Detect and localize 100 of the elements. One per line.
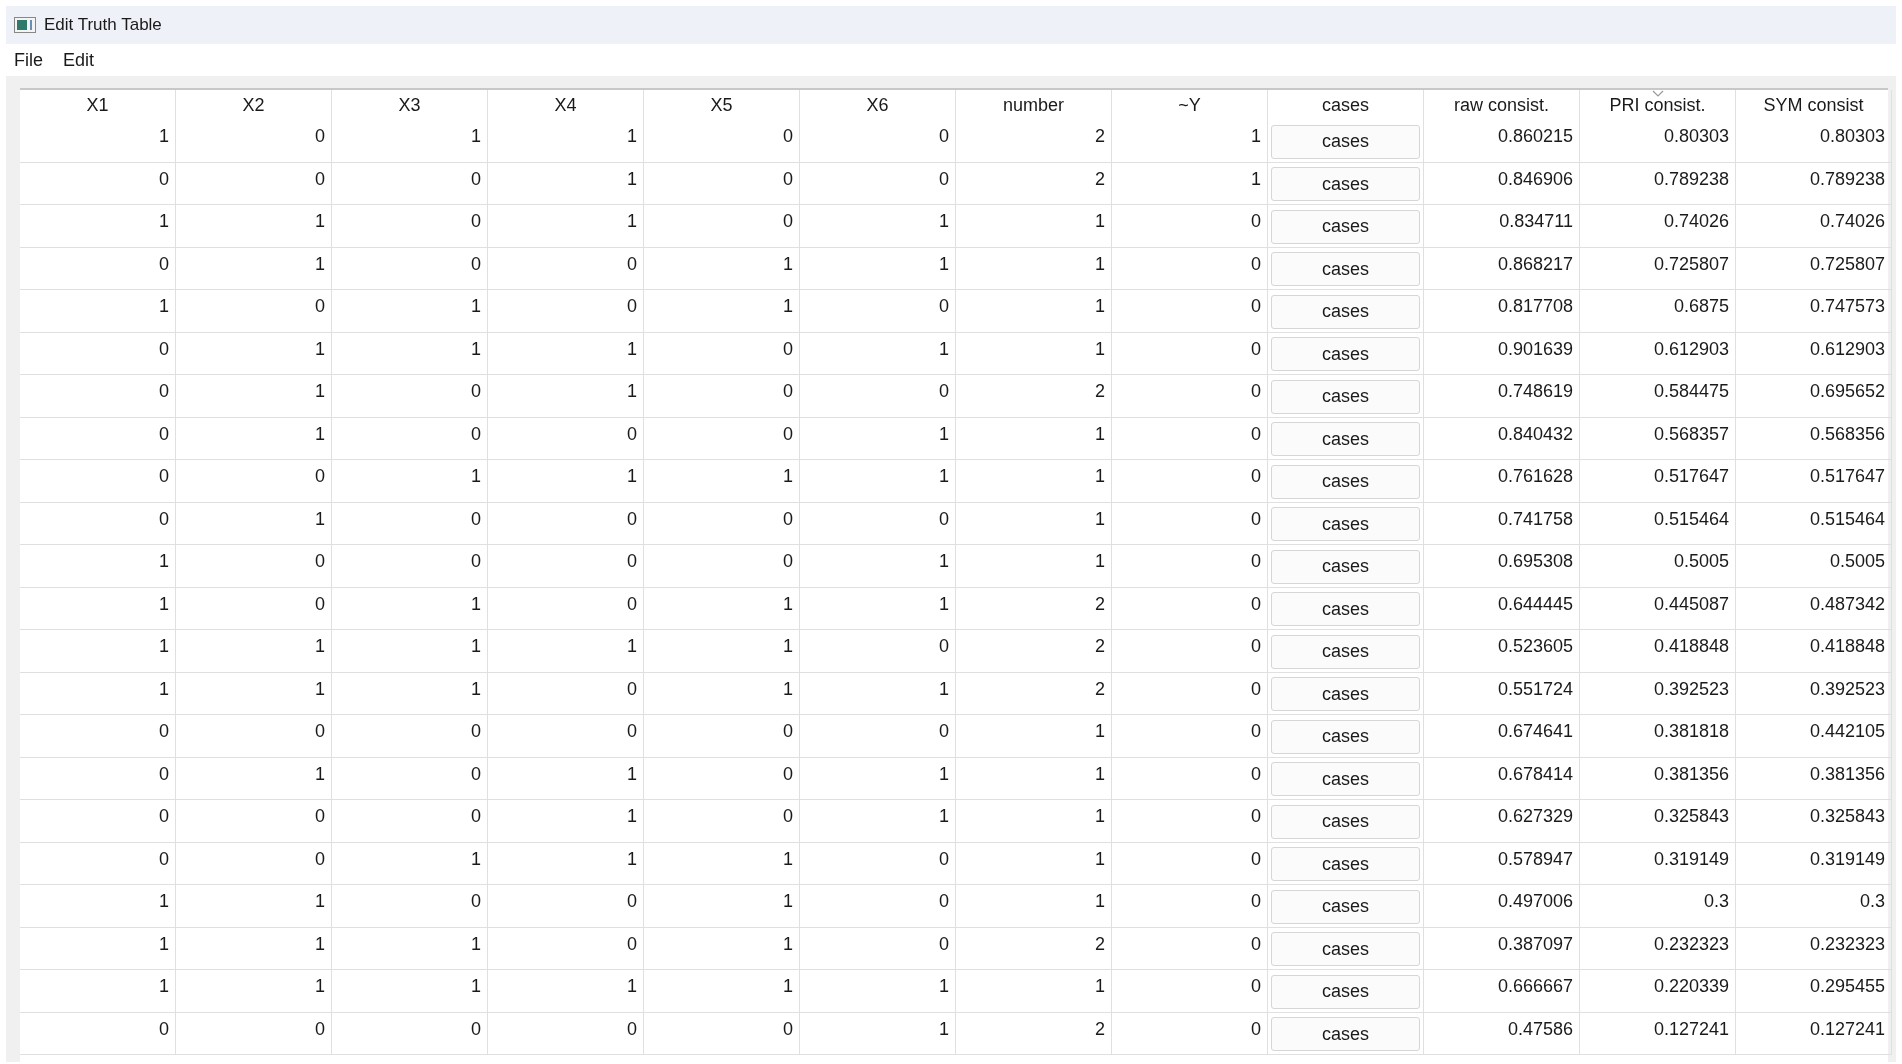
table-cell-text: 0.418848: [1809, 635, 1885, 658]
table-cell-text: 0: [159, 847, 169, 871]
table-cell-text: 0.551724: [1497, 677, 1573, 701]
cases-button[interactable]: cases: [1271, 847, 1420, 881]
table-cell-text: 1: [939, 677, 949, 701]
cases-button[interactable]: cases: [1271, 167, 1420, 201]
table-cell-text: 0: [471, 167, 481, 191]
cases-button[interactable]: cases: [1271, 124, 1420, 159]
table-cell-text: 1: [627, 847, 637, 871]
cases-button[interactable]: cases: [1271, 889, 1420, 924]
table-cell-text: 0: [783, 167, 793, 191]
table-cell-text: 1: [315, 380, 325, 403]
column-header[interactable]: raw consist.: [1424, 90, 1580, 120]
cases-button[interactable]: cases: [1271, 507, 1420, 541]
table-cell-text: 0: [627, 677, 637, 701]
column-header[interactable]: X3: [332, 90, 488, 120]
table-cell-text: 2: [1095, 167, 1105, 191]
column-header[interactable]: SYM consist: [1736, 90, 1892, 120]
cases-button[interactable]: cases: [1271, 677, 1420, 711]
cases-button[interactable]: cases: [1271, 719, 1420, 754]
table-cell-text: 1: [939, 210, 949, 233]
cases-button[interactable]: cases: [1271, 974, 1420, 1009]
table-cell-text: 0.678414: [1497, 762, 1573, 786]
table-cell-text: 0: [159, 1017, 169, 1041]
table-cell-text: 0.568357: [1653, 422, 1729, 446]
column-header[interactable]: ~Y: [1112, 90, 1268, 120]
column-header[interactable]: cases: [1268, 90, 1424, 120]
cases-button[interactable]: cases: [1271, 252, 1420, 286]
cases-button[interactable]: cases: [1271, 762, 1420, 796]
table-cell-text: 1: [627, 465, 637, 488]
menu-item[interactable]: File: [14, 46, 43, 74]
column-header[interactable]: X4: [488, 90, 644, 120]
table-cell-text: 1: [471, 932, 481, 956]
table-cell-text: 0: [1251, 337, 1261, 361]
cases-button[interactable]: cases: [1271, 379, 1420, 414]
table-cell-text: 0: [1251, 1017, 1261, 1041]
table-cell-text: 0.497006: [1497, 890, 1573, 913]
table-cell-text: 1: [1251, 125, 1261, 148]
column-header[interactable]: X6: [800, 90, 956, 120]
table-cell-text: 0.725807: [1653, 252, 1729, 276]
table-cell-text: 1: [1251, 167, 1261, 191]
table-cell-text: 0.5005: [1673, 550, 1729, 573]
table-cell-text: 0: [315, 465, 325, 488]
column-header[interactable]: X5: [644, 90, 800, 120]
table-cell-text: 0.644445: [1497, 592, 1573, 616]
table-cell-text: 0: [471, 890, 481, 913]
table-cell-text: 0.3: [1703, 890, 1729, 913]
cases-button[interactable]: cases: [1271, 1017, 1420, 1051]
table-cell-text: 0: [1251, 550, 1261, 573]
table-cell-text: 1: [1095, 422, 1105, 446]
table-cell-text: 1: [159, 932, 169, 956]
cases-button[interactable]: cases: [1271, 294, 1420, 329]
table-cell-text: 0: [783, 210, 793, 233]
table-cell-text: 0.74026: [1819, 210, 1885, 233]
table-cell-text: 0: [783, 507, 793, 531]
column-header[interactable]: PRI consist.: [1580, 90, 1736, 120]
cases-button[interactable]: cases: [1271, 209, 1420, 244]
table-cell-text: 1: [939, 422, 949, 446]
table-cell-text: 1: [159, 295, 169, 318]
table-cell-text: 0: [471, 720, 481, 743]
table-cell-text: 1: [315, 890, 325, 913]
table-cell-text: 0: [1251, 847, 1261, 871]
cases-button[interactable]: cases: [1271, 804, 1420, 839]
table-cell-text: 0: [159, 167, 169, 191]
table-cell-text: 1: [1095, 337, 1105, 361]
table-cell-text: 0: [1251, 677, 1261, 701]
table-cell-text: 0.442105: [1809, 720, 1885, 743]
table-cell-text: 0.666667: [1497, 975, 1573, 998]
table-cell-text: 0.5005: [1829, 550, 1885, 573]
table-cell-text: 0: [627, 720, 637, 743]
column-header[interactable]: X1: [20, 90, 176, 120]
table-cell-text: 0: [471, 507, 481, 531]
table-cell-text: 1: [939, 762, 949, 786]
table-cell-text: 0.612903: [1653, 337, 1729, 361]
cases-button[interactable]: cases: [1271, 634, 1420, 669]
column-header[interactable]: number: [956, 90, 1112, 120]
cases-button[interactable]: cases: [1271, 549, 1420, 584]
table-cell-text: 0: [783, 125, 793, 148]
table-cell-text: 1: [159, 550, 169, 573]
table-cell-text: 0: [159, 762, 169, 786]
menu-item[interactable]: Edit: [63, 46, 95, 74]
table-cell-text: 0: [315, 1017, 325, 1041]
table-cell-text: 0: [783, 805, 793, 828]
table-cell-text: 0: [783, 762, 793, 786]
table-cell-text: 0: [627, 592, 637, 616]
cases-button[interactable]: cases: [1271, 337, 1420, 371]
table-cell-text: 0.418848: [1653, 635, 1729, 658]
table-cell-text: 0.381818: [1653, 720, 1729, 743]
cases-button[interactable]: cases: [1271, 422, 1420, 456]
table-cell-text: 0.627329: [1497, 805, 1573, 828]
table-cell-text: 1: [783, 847, 793, 871]
cases-button[interactable]: cases: [1271, 592, 1420, 626]
table-cell-text: 0.515464: [1653, 507, 1729, 531]
cases-button[interactable]: cases: [1271, 464, 1420, 499]
table-cell-text: 0.517647: [1809, 465, 1885, 488]
table-cell-text: 2: [1095, 1017, 1105, 1041]
column-header[interactable]: X2: [176, 90, 332, 120]
table-cell-text: 0: [1251, 975, 1261, 998]
table-cell-text: 0: [783, 337, 793, 361]
cases-button[interactable]: cases: [1271, 932, 1420, 966]
